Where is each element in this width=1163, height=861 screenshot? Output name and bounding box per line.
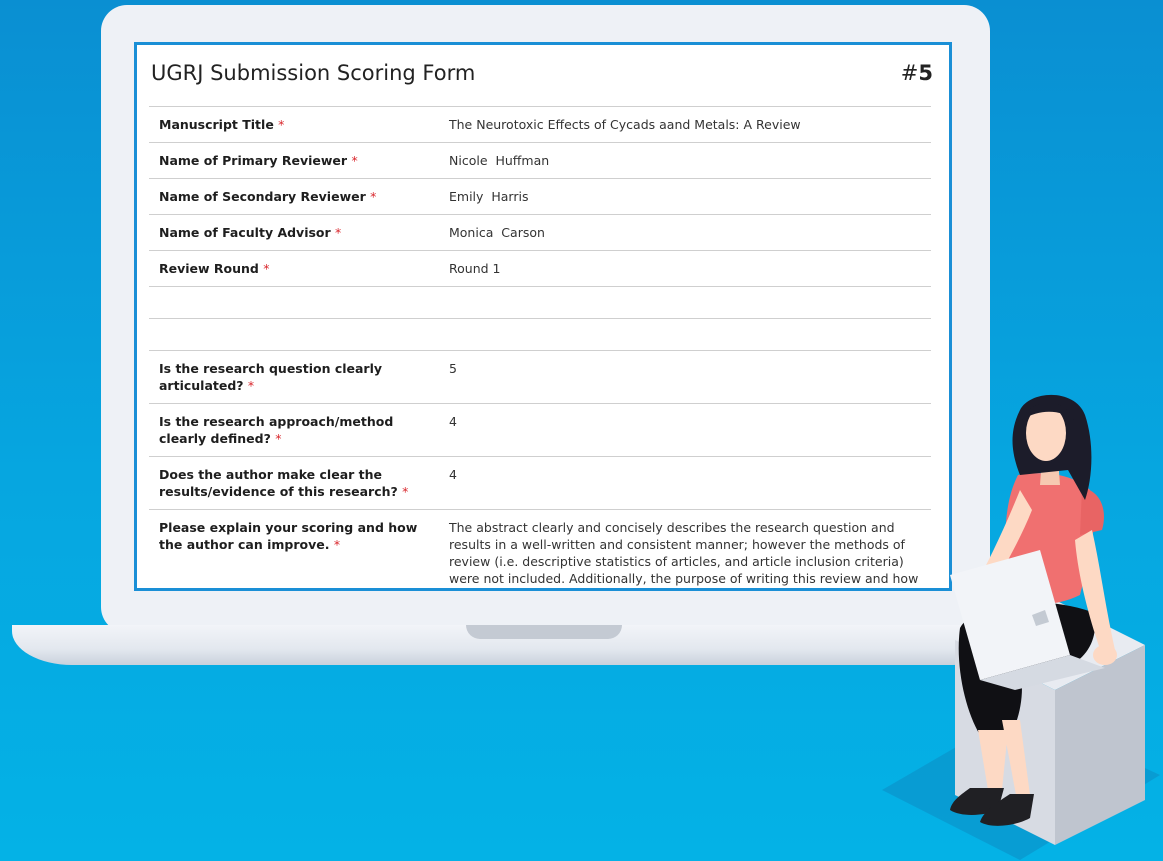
form-row-scoring-explanation: Please explain your scoring and how the … [149, 510, 931, 588]
required-marker: * [333, 537, 341, 552]
form-title: UGRJ Submission Scoring Form [151, 61, 476, 85]
field-value: 4 [449, 414, 457, 429]
form-row-primary-reviewer: Name of Primary Reviewer * Nicole Huffma… [149, 143, 931, 179]
field-label: Manuscript Title * [159, 117, 285, 132]
field-label: Name of Secondary Reviewer * [159, 189, 377, 204]
field-label: Is the research approach/method clearly … [159, 414, 394, 446]
form-row-method-defined: Is the research approach/method clearly … [149, 404, 931, 457]
form-row-secondary-reviewer: Name of Secondary Reviewer * Emily Harri… [149, 179, 931, 215]
field-label: Review Round * [159, 261, 270, 276]
form-number-prefix: # [900, 61, 919, 85]
field-value: The Neurotoxic Effects of Cycads aand Me… [449, 117, 801, 132]
field-value: Round 1 [449, 261, 501, 276]
form-number-value: 5 [918, 61, 933, 85]
required-marker: * [263, 261, 270, 276]
form-fields: Manuscript Title * The Neurotoxic Effect… [149, 106, 931, 588]
field-label: Does the author make clear the results/e… [159, 467, 409, 499]
field-value: Emily Harris [449, 189, 529, 204]
form-row-review-round: Review Round * Round 1 [149, 251, 931, 287]
required-marker: * [335, 225, 342, 240]
form-row-spacer [149, 287, 931, 319]
field-label: Please explain your scoring and how the … [159, 520, 418, 552]
form-row-spacer [149, 319, 931, 351]
woman-with-laptop-illustration [882, 394, 1160, 860]
required-marker: * [247, 378, 255, 393]
field-label: Name of Faculty Advisor * [159, 225, 342, 240]
required-marker: * [402, 484, 409, 499]
form-row-question-articulated: Is the research question clearly articul… [149, 351, 931, 404]
form-row-results-evidence: Does the author make clear the results/e… [149, 457, 931, 510]
required-marker: * [351, 153, 358, 168]
field-value: Monica Carson [449, 225, 545, 240]
field-label: Name of Primary Reviewer * [159, 153, 358, 168]
field-value: 4 [449, 467, 457, 482]
required-marker: * [370, 189, 377, 204]
laptop-notch [466, 625, 622, 639]
hand [1093, 645, 1117, 665]
field-value: 5 [449, 361, 457, 376]
required-marker: * [278, 117, 285, 132]
form-screen: UGRJ Submission Scoring Form #5 Manuscri… [134, 42, 952, 591]
form-row-faculty-advisor: Name of Faculty Advisor * Monica Carson [149, 215, 931, 251]
required-marker: * [275, 431, 282, 446]
field-label: Is the research question clearly articul… [159, 361, 383, 393]
form-number: #5 [901, 61, 933, 85]
form-row-manuscript-title: Manuscript Title * The Neurotoxic Effect… [149, 107, 931, 143]
field-value: Nicole Huffman [449, 153, 550, 168]
field-value: The abstract clearly and concisely descr… [449, 520, 919, 586]
